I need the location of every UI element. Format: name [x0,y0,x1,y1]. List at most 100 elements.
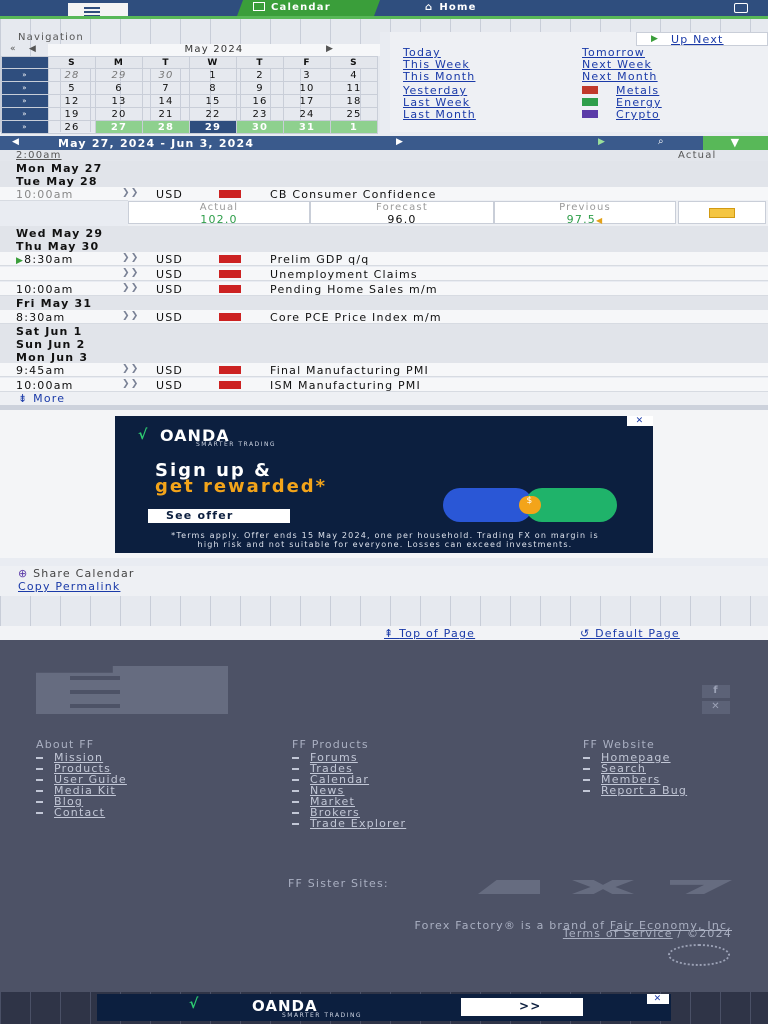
menu-icon[interactable] [734,3,748,13]
detail-arrow-icon[interactable]: ❯❯ [122,283,138,293]
month-prev-button[interactable]: « ◀ [10,44,37,54]
share-calendar[interactable]: ⊕ Share Calendar [18,567,135,580]
calendar-day[interactable]: 15 [189,94,237,108]
calendar-day[interactable]: 9 [236,81,284,95]
fair-economy-logo-icon[interactable] [668,944,730,966]
link-up-next[interactable]: Up Next [671,33,724,46]
calendar-day[interactable]: 4 [330,68,378,82]
week-arrow-header [1,56,49,69]
footer-terms-link[interactable]: Terms of Service [563,927,673,940]
detail-arrow-icon[interactable]: ❯❯ [122,364,138,374]
bottom-ad-close-icon[interactable]: ✕ [647,994,669,1004]
calendar-day[interactable]: 20 [95,107,143,121]
event-row[interactable]: 10:00am ❯❯ USD ISM Manufacturing PMI [0,378,768,392]
calendar-day[interactable]: 13 [95,94,143,108]
footer-link-report-bug[interactable]: Report a Bug [601,784,687,797]
calendar-day[interactable]: 12 [48,94,96,108]
event-currency: USD [156,311,184,324]
filter-icon[interactable]: ▼ [703,136,768,150]
calendar-day[interactable]: 21 [142,107,190,121]
event-row[interactable]: ▶8:30am ❯❯ USD Prelim GDP q/q [0,252,768,266]
month-next-button[interactable]: ▶ [326,44,334,54]
calendar-day[interactable]: 28 [142,120,190,134]
calendar-day[interactable]: 18 [330,94,378,108]
ad-see-offer-button[interactable]: See offer [148,509,290,523]
day-row: Mon Jun 3 [0,350,768,364]
event-row[interactable]: 10:00am ❯❯ USD Pending Home Sales m/m [0,282,768,296]
calendar-day[interactable]: 6 [95,81,143,95]
default-page-link[interactable]: ↺ Default Page [580,627,680,640]
calendar-day[interactable]: 2 [236,68,284,82]
calendar-day[interactable]: 10 [283,81,331,95]
range-next-button[interactable]: ▶ [396,137,404,147]
footer-products-title: FF Products [292,738,369,751]
bottom-ad-banner[interactable]: √ OANDA SMARTER TRADING >> ✕ [97,994,671,1021]
calendar-day[interactable]: 26 [48,120,96,134]
week-select-arrow-icon[interactable]: » [1,120,49,134]
default-page-label: Default Page [595,627,680,640]
calendar-day[interactable]: 24 [283,107,331,121]
tab-calendar[interactable]: Calendar [237,0,380,16]
more-link[interactable]: ⇟ More [18,392,65,405]
detail-arrow-icon[interactable]: ❯❯ [122,188,138,198]
link-next-month[interactable]: Next Month [582,70,658,83]
week-select-arrow-icon[interactable]: » [1,68,49,82]
footer-link-trade-explorer[interactable]: Trade Explorer [310,817,406,830]
calendar-day[interactable]: 16 [236,94,284,108]
copy-permalink-link[interactable]: Copy Permalink [18,580,120,593]
week-select-arrow-icon[interactable]: » [1,81,49,95]
calendar-day[interactable]: 29 [189,120,237,134]
metals-icon [582,86,598,94]
up-next-box[interactable]: ▶ Up Next [636,32,768,46]
calendar-day[interactable]: 1 [189,68,237,82]
footer-about-title: About FF [36,738,95,751]
event-row[interactable]: 10:00am ❯❯ USD CB Consumer Confidence [0,187,768,201]
x-twitter-icon[interactable]: ✕ [702,701,730,714]
calendar-day[interactable]: 28 [48,68,96,82]
calendar-day[interactable]: 7 [142,81,190,95]
calendar-day[interactable]: 25 [330,107,378,121]
calendar-day[interactable]: 8 [189,81,237,95]
calendar-day[interactable]: 23 [236,107,284,121]
calendar-day[interactable]: 19 [48,107,96,121]
link-crypto[interactable]: Crypto [616,108,660,121]
detail-graph[interactable] [678,201,766,224]
range-prev-button[interactable]: ◀ [12,137,20,147]
event-row[interactable]: ❯❯ USD Unemployment Claims [0,267,768,281]
link-this-month[interactable]: This Month [403,70,475,83]
event-row[interactable]: 8:30am ❯❯ USD Core PCE Price Index m/m [0,310,768,324]
top-of-page-link[interactable]: ⇞ Top of Page [384,627,475,640]
detail-arrow-icon[interactable]: ❯❯ [122,253,138,263]
week-select-arrow-icon[interactable]: » [1,94,49,108]
calendar-day[interactable]: 3 [283,68,331,82]
detail-arrow-icon[interactable]: ❯❯ [122,379,138,389]
link-last-month[interactable]: Last Month [403,108,476,121]
event-currency: USD [156,268,184,281]
calendar-day[interactable]: 1 [330,120,378,134]
week-select-arrow-icon[interactable]: » [1,107,49,121]
tab-home[interactable]: ⌂ Home [425,2,477,13]
calendar-day[interactable]: 29 [95,68,143,82]
up-next-play-icon[interactable]: ▶ [598,137,606,147]
search-icon[interactable]: ⌕ [658,136,665,147]
ad-close-icon[interactable]: ✕ [627,416,653,426]
detail-arrow-icon[interactable]: ❯❯ [122,311,138,321]
calendar-day[interactable]: 22 [189,107,237,121]
event-row[interactable]: 9:45am ❯❯ USD Final Manufacturing PMI [0,363,768,377]
calendar-day[interactable]: 30 [142,68,190,82]
detail-arrow-icon[interactable]: ❯❯ [122,268,138,278]
arrow-down-icon: ⇟ [18,392,34,405]
footer-link-contact[interactable]: Contact [54,806,105,819]
facebook-icon[interactable]: f [702,685,730,698]
bottom-ad-cta[interactable]: >> [461,998,583,1016]
calendar-day[interactable]: 17 [283,94,331,108]
calendar-day[interactable]: 31 [283,120,331,134]
calendar-day[interactable]: 27 [95,120,143,134]
calendar-day[interactable]: 5 [48,81,96,95]
more-label: More [33,392,66,405]
calendar-day[interactable]: 11 [330,81,378,95]
date-range-label: May 27, 2024 - Jun 3, 2024 [58,137,255,150]
calendar-day[interactable]: 30 [236,120,284,134]
graph-folder-icon[interactable] [709,208,735,218]
calendar-day[interactable]: 14 [142,94,190,108]
